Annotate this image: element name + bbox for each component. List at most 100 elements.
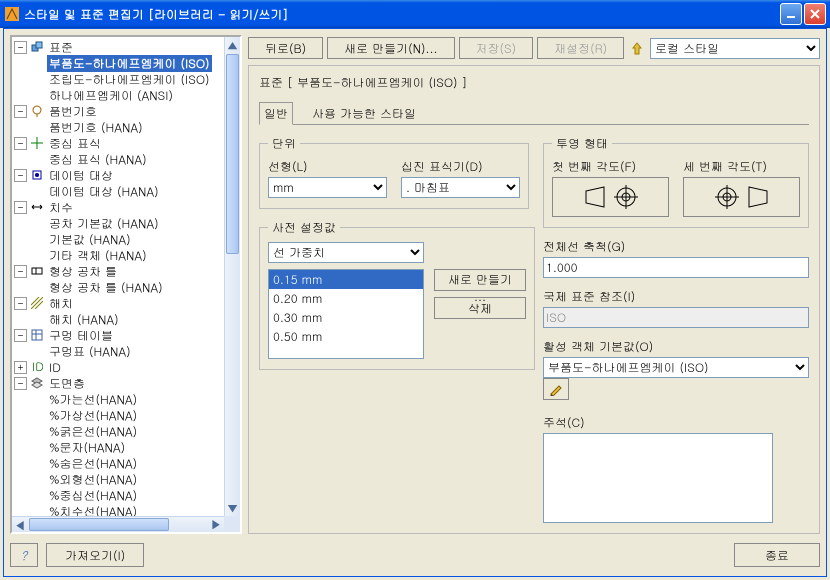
tree-item[interactable]: 부품도-하나에프엠케이 (ISO)	[14, 55, 222, 71]
collapse-icon[interactable]: -	[14, 377, 27, 390]
tree-item[interactable]: %중심선(HANA)	[14, 487, 222, 503]
scroll-left-icon[interactable]: ◀	[12, 518, 28, 533]
horizontal-scrollbar[interactable]: ◀ ▶	[12, 516, 224, 532]
tree-item[interactable]: -해치	[14, 295, 222, 311]
tree-item[interactable]: -형상 공차 틀	[14, 263, 222, 279]
scroll-down-icon[interactable]: ▼	[225, 500, 240, 516]
scope-select[interactable]: 로컬 스타일	[650, 38, 820, 59]
tree-item-label: 품번기호	[47, 103, 99, 120]
preset-new-button[interactable]: 새로 만들기 ...	[434, 269, 526, 291]
tab-available-styles[interactable]: 사용 가능한 스타일	[307, 102, 421, 125]
cone-right-icon	[745, 185, 769, 209]
tree-item[interactable]: 품번기호 (HANA)	[14, 119, 222, 135]
tree-item[interactable]: %치수선(HANA)	[14, 503, 222, 516]
id-icon: ID	[31, 361, 43, 373]
hole-table-icon	[30, 328, 44, 342]
tree-item[interactable]: -치수	[14, 199, 222, 215]
new-button[interactable]: 새로 만들기(N)...	[327, 37, 454, 59]
tree-item[interactable]: -구멍 테이블	[14, 327, 222, 343]
comment-textarea[interactable]	[543, 433, 773, 523]
decimal-select[interactable]: . 마침표	[401, 177, 520, 198]
preset-delete-button[interactable]: 삭제	[434, 297, 526, 319]
collapse-icon[interactable]: -	[14, 297, 27, 310]
tree-item-label: 형상 공차 틀 (HANA)	[47, 279, 165, 296]
tree-item-label: 표준	[47, 39, 75, 56]
tree-item[interactable]: 조립도-하나에프엠케이 (ISO)	[14, 71, 222, 87]
scroll-right-icon[interactable]: ▶	[208, 517, 224, 532]
tree-item[interactable]: %문자(HANA)	[14, 439, 222, 455]
decimal-label: 십진 표식기(D)	[401, 158, 520, 175]
tab-general[interactable]: 일반	[259, 102, 293, 125]
preset-select[interactable]: 선 가중치	[268, 242, 424, 263]
close-button[interactable]	[804, 3, 826, 25]
style-tree[interactable]: - 표준부품도-하나에프엠케이 (ISO)조립도-하나에프엠케이 (ISO)하나에…	[12, 37, 224, 516]
tree-item[interactable]: 형상 공차 틀 (HANA)	[14, 279, 222, 295]
tree-item-label: 구멍표 (HANA)	[47, 343, 133, 360]
first-angle-button[interactable]	[552, 177, 669, 217]
tree-item[interactable]: %외형선(HANA)	[14, 471, 222, 487]
collapse-icon[interactable]: -	[14, 169, 27, 182]
collapse-icon[interactable]: -	[14, 329, 27, 342]
linetype-label: 선형(L)	[268, 158, 387, 175]
tree-item[interactable]: %가는선(HANA)	[14, 391, 222, 407]
tree-item[interactable]: 구멍표 (HANA)	[14, 343, 222, 359]
collapse-icon[interactable]: -	[14, 137, 27, 150]
done-button[interactable]: 종료	[734, 543, 820, 567]
scroll-up-icon[interactable]: ▲	[225, 37, 240, 53]
tree-item[interactable]: 공차 기본값 (HANA)	[14, 215, 222, 231]
preset-listbox[interactable]: 0.15 mm0.20 mm0.30 mm0.50 mm	[268, 269, 424, 359]
vertical-scrollbar[interactable]: ▲ ▼	[224, 37, 240, 516]
tree-item[interactable]: - 품번기호	[14, 103, 222, 119]
list-item[interactable]: 0.50 mm	[269, 327, 423, 346]
collapse-icon[interactable]: -	[14, 41, 27, 54]
intl-input	[543, 307, 809, 328]
filter-icon[interactable]	[628, 41, 646, 55]
balloon-icon	[30, 104, 44, 118]
tree-item[interactable]: +IDID	[14, 359, 222, 375]
tree-item-label: 도면층	[47, 375, 87, 392]
scroll-thumb[interactable]	[226, 54, 239, 254]
save-button[interactable]: 저장(S)	[459, 37, 534, 59]
tree-item[interactable]: 중심 표식 (HANA)	[14, 151, 222, 167]
import-button[interactable]: 가져오기(I)	[46, 543, 144, 567]
third-angle-button[interactable]	[683, 177, 800, 217]
list-item[interactable]: 0.15 mm	[269, 270, 423, 289]
reset-button[interactable]: 재설정(R)	[537, 37, 624, 59]
tree-item[interactable]: - 도면층	[14, 375, 222, 391]
tree-item[interactable]: %숨은선(HANA)	[14, 455, 222, 471]
tree-item[interactable]: %굵은선(HANA)	[14, 423, 222, 439]
tree-item[interactable]: 데이텀 대상 (HANA)	[14, 183, 222, 199]
active-default-select[interactable]: 부품도-하나에프엠케이 (ISO)	[543, 357, 809, 378]
linetype-select[interactable]: mm	[268, 177, 387, 198]
tree-item-label: 데이텀 대상 (HANA)	[47, 183, 161, 200]
tree-item[interactable]: 하나에프엠케이 (ANSI)	[14, 87, 222, 103]
minimize-button[interactable]	[780, 3, 802, 25]
tree-item[interactable]: - 표준	[14, 39, 222, 55]
back-button[interactable]: 뒤로(B)	[248, 37, 323, 59]
tree-item-label: %문자(HANA)	[47, 439, 127, 456]
tree-item-label: 품번기호 (HANA)	[47, 119, 145, 136]
tree-item[interactable]: -데이텀 대상	[14, 167, 222, 183]
tree-item[interactable]: %가상선(HANA)	[14, 407, 222, 423]
tree-item[interactable]: -중심 표식	[14, 135, 222, 151]
preset-legend: 사전 설정값	[268, 219, 340, 236]
scroll-thumb-h[interactable]	[29, 518, 169, 531]
list-item[interactable]: 0.30 mm	[269, 308, 423, 327]
edit-active-button[interactable]	[543, 378, 569, 400]
collapse-icon[interactable]: -	[14, 105, 27, 118]
tree-item[interactable]: 해치 (HANA)	[14, 311, 222, 327]
tree-item[interactable]: 기본값 (HANA)	[14, 231, 222, 247]
cone-left-icon	[584, 185, 608, 209]
expand-icon[interactable]: +	[14, 361, 27, 374]
tree-item-label: 중심 표식 (HANA)	[47, 151, 149, 168]
svg-text:ID: ID	[32, 361, 43, 373]
scale-input[interactable]	[543, 257, 809, 278]
center-mark-icon	[31, 137, 43, 149]
datum-icon	[30, 168, 44, 182]
collapse-icon[interactable]: -	[14, 201, 27, 214]
tree-item[interactable]: 기타 객체 (HANA)	[14, 247, 222, 263]
title-bar: 스타일 및 표준 편집기 [라이브러리 - 읽기/쓰기]	[0, 0, 830, 28]
help-button[interactable]: ?	[10, 543, 38, 567]
collapse-icon[interactable]: -	[14, 265, 27, 278]
list-item[interactable]: 0.20 mm	[269, 289, 423, 308]
